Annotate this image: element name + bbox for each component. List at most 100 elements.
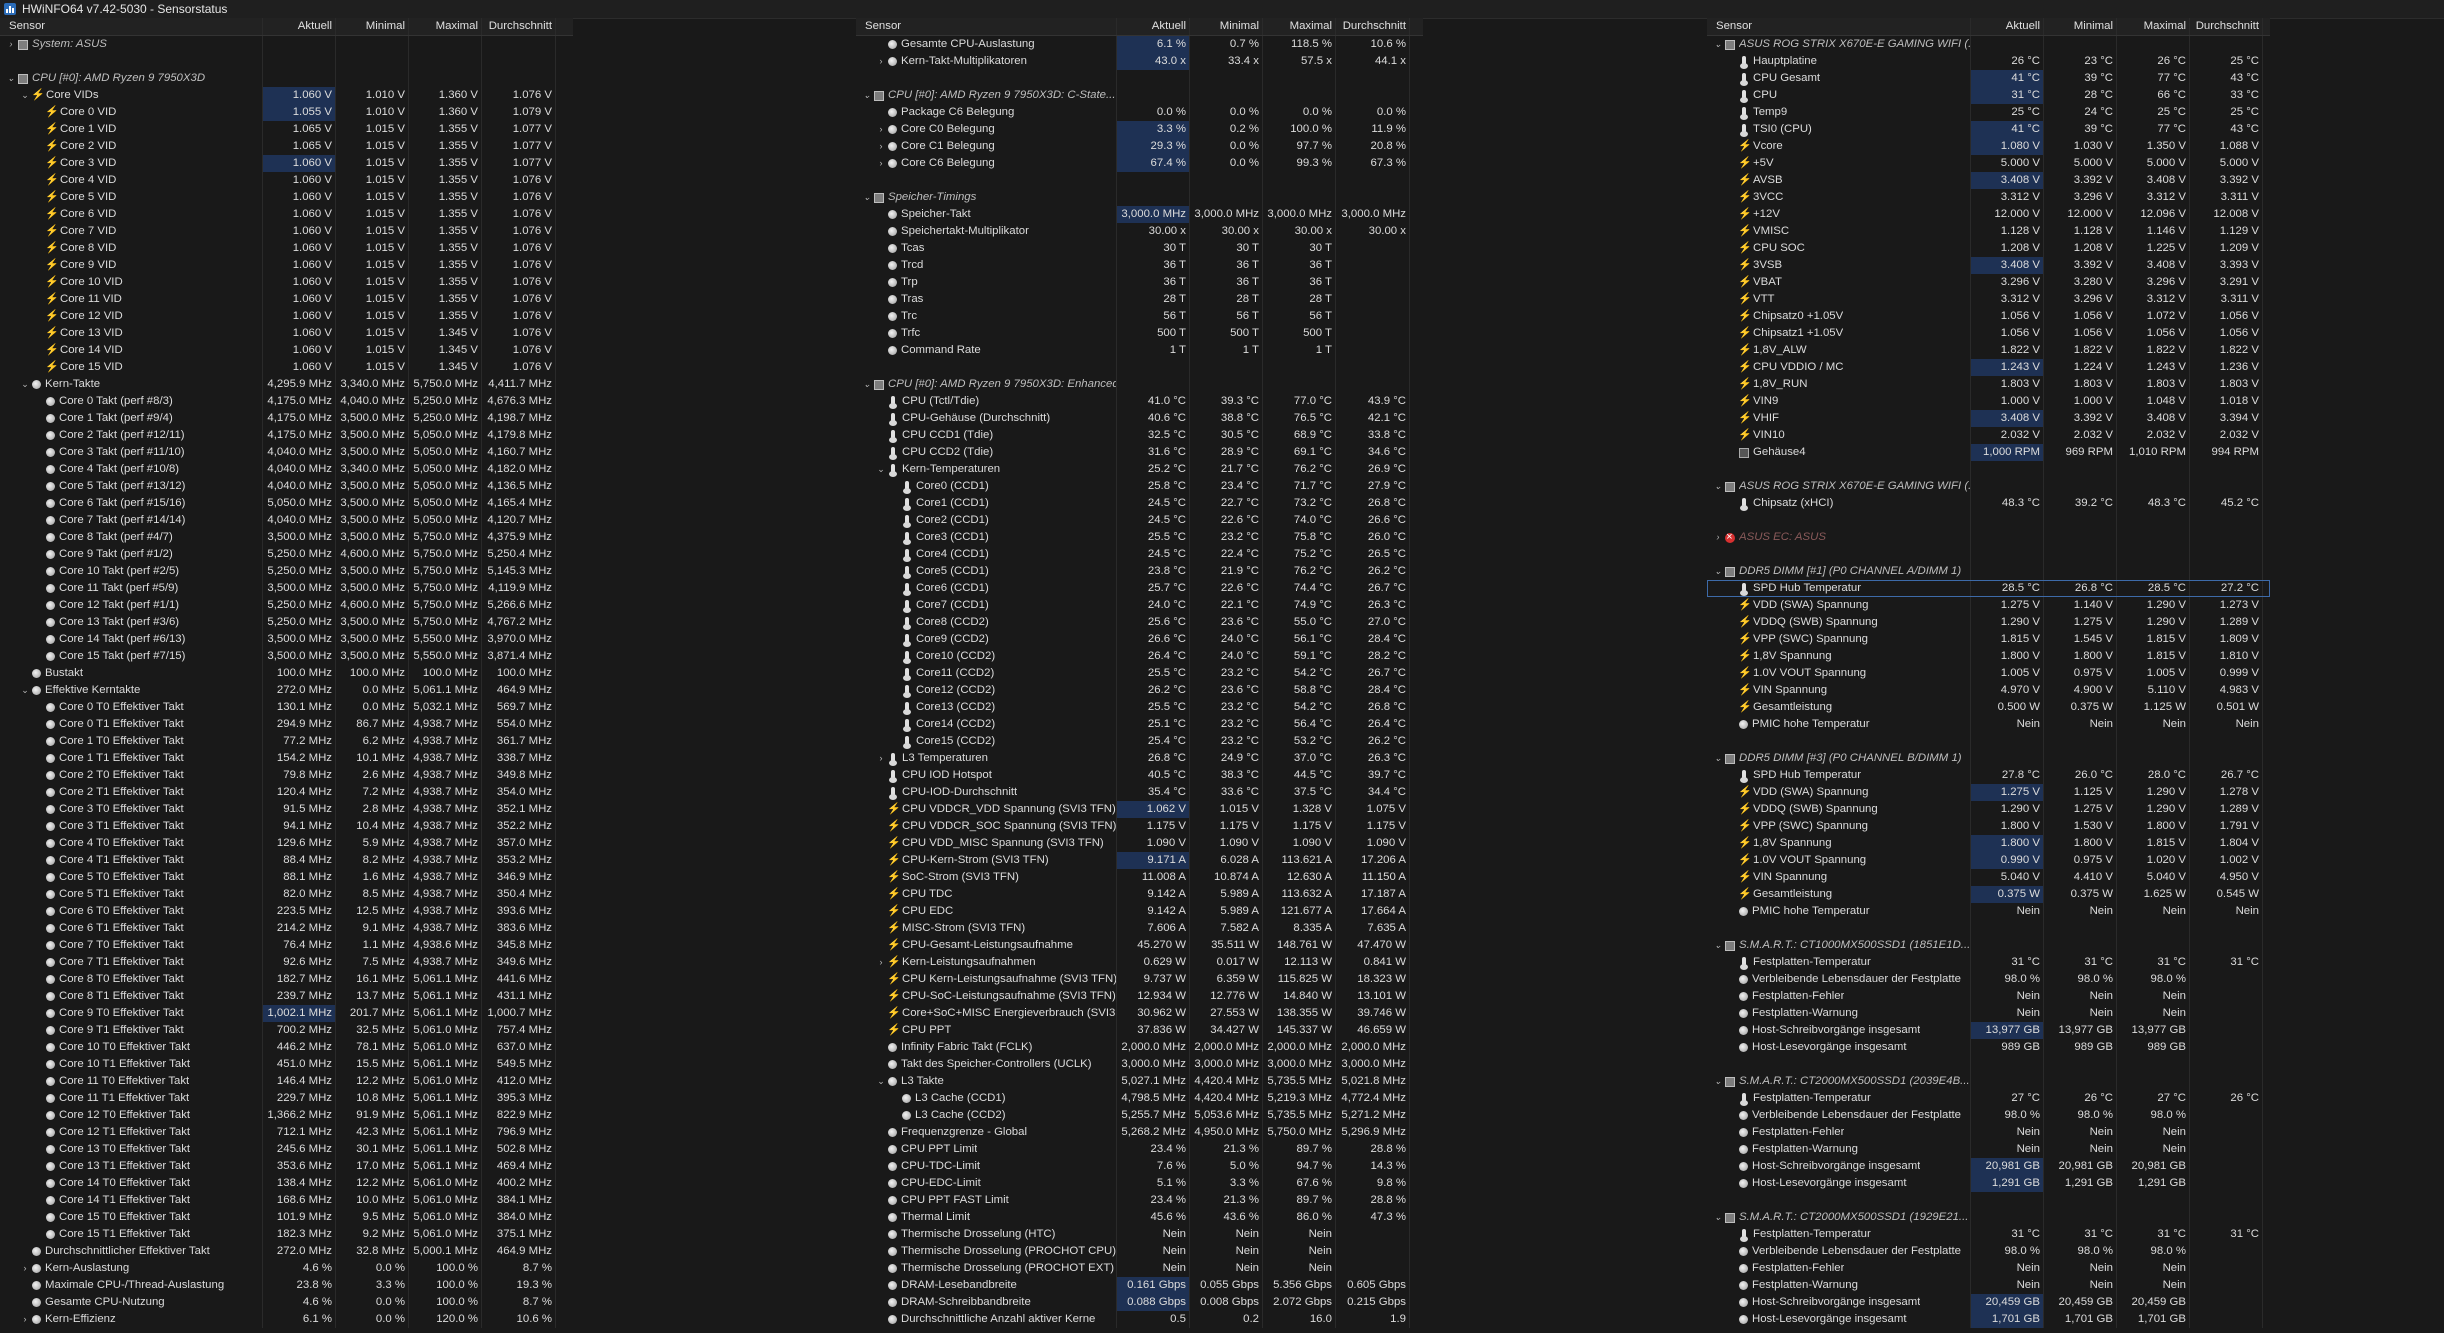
sensor-row[interactable]: Core 1 Takt (perf #9/4) 4,175.0 MHz 3,500.… [0, 410, 573, 427]
sensor-row[interactable]: Thermische Drosselung (PROCHOT EXT) Nein N… [856, 1260, 1423, 1277]
sensor-row[interactable]: CPU-TDC-Limit 7.6 % 5.0 % 94.7 % 14.3 % [856, 1158, 1423, 1175]
sensor-row[interactable]: Core 13 T0 Effektiver Takt 245.6 MHz 30.1 … [0, 1141, 573, 1158]
sensor-row[interactable]: Thermische Drosselung (HTC) Nein Nein Nein [856, 1226, 1423, 1243]
sensor-row[interactable]: Bustakt 100.0 MHz 100.0 MHz 100.0 MHz 100.0 … [0, 665, 573, 682]
sensor-row[interactable]: Festplatten-Fehler Nein Nein Nein [1707, 988, 2270, 1005]
sensor-row[interactable]: CPU VDDCR_VDD Spannung (SVI3 TFN)1.062 V… [856, 801, 1423, 818]
sensor-row[interactable]: Core 13 VID1.060 V1.015 V1.345 V1.076 V [0, 325, 573, 342]
sensor-row[interactable]: CPU (Tctl/Tdie) 41.0 °C 39.3 °C 77.0 °C 43.9… [856, 393, 1423, 410]
sensor-row[interactable]: Festplatten-Fehler Nein Nein Nein [1707, 1260, 2270, 1277]
sensor-row[interactable]: CPU PPT FAST Limit 23.4 % 21.3 % 89.7 % 28.8… [856, 1192, 1423, 1209]
sensor-row[interactable]: 3VSB3.408 V3.392 V3.408 V3.393 V [1707, 257, 2270, 274]
sensor-row[interactable]: Core10 (CCD2) 26.4 °C 24.0 °C 59.1 °C 28.2 °… [856, 648, 1423, 665]
sensor-row[interactable]: +12V12.000 V12.000 V12.096 V12.008 V [1707, 206, 2270, 223]
sensor-group[interactable]: ⌄ CPU [#0]: AMD Ryzen 9 7950X3D: Enhanced [856, 376, 1423, 393]
sensor-row[interactable]: VPP (SWC) Spannung1.815 V1.545 V1.815 V1… [1707, 631, 2270, 648]
sensor-row[interactable]: Core 14 T0 Effektiver Takt 138.4 MHz 12.2 … [0, 1175, 573, 1192]
column-header-avg[interactable]: Durchschnitt [1336, 18, 1410, 35]
sensor-row[interactable]: SoC-Strom (SVI3 TFN)11.008 A10.874 A12.6… [856, 869, 1423, 886]
sensor-group[interactable]: › System: ASUS [0, 36, 573, 53]
sensor-row[interactable]: Gesamtleistung0.375 W0.375 W1.625 W0.545… [1707, 886, 2270, 903]
sensor-row[interactable]: CPU-Gesamt-Leistungsaufnahme45.270 W35.5… [856, 937, 1423, 954]
sensor-group[interactable]: ⌄ S.M.A.R.T.: CT2000MX500SSD1 (2039E4B... [1707, 1073, 2270, 1090]
sensor-row[interactable]: Core 10 Takt (perf #2/5) 5,250.0 MHz 3,500… [0, 563, 573, 580]
sensor-row[interactable]: Trfc 500 T 500 T 500 T [856, 325, 1423, 342]
sensor-row[interactable]: ⌄ L3 Takte 5,027.1 MHz 4,420.4 MHz 5,735.5 M… [856, 1073, 1423, 1090]
sensor-row[interactable]: Core 11 T0 Effektiver Takt 146.4 MHz 12.2 … [0, 1073, 573, 1090]
sensor-row[interactable]: VDDQ (SWB) Spannung1.290 V1.275 V1.290 V… [1707, 801, 2270, 818]
sensor-row[interactable]: Temp9 25 °C 24 °C 25 °C 25 °C [1707, 104, 2270, 121]
sensor-row[interactable]: Festplatten-Temperatur 27 °C 26 °C 27 °C 26 … [1707, 1090, 2270, 1107]
sensor-row[interactable]: › Core C6 Belegung 67.4 % 0.0 % 99.3 % 67.3 % [856, 155, 1423, 172]
sensor-row[interactable]: Core 9 T0 Effektiver Takt 1,002.1 MHz 201.… [0, 1005, 573, 1022]
sensor-row[interactable]: Core 4 Takt (perf #10/8) 4,040.0 MHz 3,340… [0, 461, 573, 478]
sensor-row[interactable]: CPU EDC9.142 A5.989 A121.677 A17.664 A [856, 903, 1423, 920]
collapse-chevron-icon[interactable]: ⌄ [1713, 937, 1723, 954]
sensor-row[interactable]: VMISC1.128 V1.128 V1.146 V1.129 V [1707, 223, 2270, 240]
sensor-row[interactable]: PMIC hohe Temperatur Nein Nein Nein Nein [1707, 716, 2270, 733]
sensor-row[interactable]: Festplatten-Warnung Nein Nein Nein [1707, 1277, 2270, 1294]
sensor-row[interactable]: Core 9 VID1.060 V1.015 V1.355 V1.076 V [0, 257, 573, 274]
sensor-row[interactable]: › Kern-Auslastung 4.6 % 0.0 % 100.0 % 8.7 % [0, 1260, 573, 1277]
sensor-row[interactable]: Core+SoC+MISC Energieverbrauch (SVI3 TFN… [856, 1005, 1423, 1022]
sensor-row[interactable]: Core 1 T0 Effektiver Takt 77.2 MHz 6.2 MHz… [0, 733, 573, 750]
sensor-row[interactable]: Core 7 Takt (perf #14/14) 4,040.0 MHz 3,50… [0, 512, 573, 529]
sensor-panel-right[interactable]: Sensor Aktuell Minimal Maximal Durchschnitt ⌄… [1707, 18, 2270, 1333]
collapse-chevron-icon[interactable]: ⌄ [20, 376, 30, 393]
sensor-row[interactable]: Core 9 Takt (perf #1/2) 5,250.0 MHz 4,600.… [0, 546, 573, 563]
sensor-row[interactable]: CPU Kern-Leistungsaufnahme (SVI3 TFN)9.7… [856, 971, 1423, 988]
sensor-row[interactable]: VBAT3.296 V3.280 V3.296 V3.291 V [1707, 274, 2270, 291]
sensor-row[interactable]: Speichertakt-Multiplikator 30.00 x 30.00 x… [856, 223, 1423, 240]
sensor-row[interactable]: Frequenzgrenze - Global 5,268.2 MHz 4,950.… [856, 1124, 1423, 1141]
sensor-row[interactable]: Core 6 Takt (perf #15/16) 5,050.0 MHz 3,50… [0, 495, 573, 512]
sensor-row[interactable]: Core 14 VID1.060 V1.015 V1.345 V1.076 V [0, 342, 573, 359]
sensor-row[interactable]: Core11 (CCD2) 25.5 °C 23.2 °C 54.2 °C 26.7 °… [856, 665, 1423, 682]
sensor-row[interactable]: Chipsatz0 +1.05V1.056 V1.056 V1.072 V1.0… [1707, 308, 2270, 325]
sensor-row[interactable]: Festplatten-Temperatur 31 °C 31 °C 31 °C 31 … [1707, 954, 2270, 971]
sensor-row[interactable]: Core 7 T1 Effektiver Takt 92.6 MHz 7.5 MHz… [0, 954, 573, 971]
sensor-row[interactable]: AVSB3.408 V3.392 V3.408 V3.392 V [1707, 172, 2270, 189]
sensor-row[interactable]: Trcd 36 T 36 T 36 T [856, 257, 1423, 274]
sensor-row[interactable]: CPU-Kern-Strom (SVI3 TFN)9.171 A6.028 A1… [856, 852, 1423, 869]
sensor-row[interactable]: DRAM-Lesebandbreite 0.161 Gbps 0.055 Gbps 5… [856, 1277, 1423, 1294]
expand-chevron-icon[interactable]: › [6, 36, 16, 53]
sensor-group[interactable]: ⌄ Speicher-Timings [856, 189, 1423, 206]
sensor-row[interactable]: Speicher-Takt 3,000.0 MHz 3,000.0 MHz 3,000… [856, 206, 1423, 223]
sensor-row[interactable]: Takt des Speicher-Controllers (UCLK) 3,00… [856, 1056, 1423, 1073]
column-header-min[interactable]: Minimal [336, 18, 409, 35]
sensor-row[interactable]: Core 1 VID1.065 V1.015 V1.355 V1.077 V [0, 121, 573, 138]
sensor-row[interactable]: Core 15 VID1.060 V1.015 V1.345 V1.076 V [0, 359, 573, 376]
sensor-row[interactable]: Core15 (CCD2) 25.4 °C 23.2 °C 53.2 °C 26.2 °… [856, 733, 1423, 750]
sensor-row[interactable]: Core 5 T0 Effektiver Takt 88.1 MHz 1.6 MHz… [0, 869, 573, 886]
sensor-row[interactable]: VIN91.000 V1.000 V1.048 V1.018 V [1707, 393, 2270, 410]
sensor-row[interactable]: Core1 (CCD1) 24.5 °C 22.7 °C 73.2 °C 26.8 °C [856, 495, 1423, 512]
sensor-row[interactable]: Trp 36 T 36 T 36 T [856, 274, 1423, 291]
sensor-row[interactable]: Core6 (CCD1) 25.7 °C 22.6 °C 74.4 °C 26.7 °C [856, 580, 1423, 597]
sensor-row[interactable]: Hauptplatine 26 °C 23 °C 26 °C 25 °C [1707, 53, 2270, 70]
sensor-row[interactable]: Durchschnittliche Anzahl aktiver Kerne 0.… [856, 1311, 1423, 1328]
sensor-row[interactable]: ⌄ Effektive Kerntakte 272.0 MHz 0.0 MHz 5,06… [0, 682, 573, 699]
sensor-row[interactable]: Core5 (CCD1) 23.8 °C 21.9 °C 76.2 °C 26.2 °C [856, 563, 1423, 580]
sensor-row[interactable]: Chipsatz (xHCI) 48.3 °C 39.2 °C 48.3 °C 45.2… [1707, 495, 2270, 512]
sensor-row[interactable]: Core 12 T0 Effektiver Takt 1,366.2 MHz 91.… [0, 1107, 573, 1124]
sensor-row[interactable]: MISC-Strom (SVI3 TFN)7.606 A7.582 A8.335… [856, 920, 1423, 937]
sensor-row[interactable]: Core 3 T1 Effektiver Takt 94.1 MHz 10.4 MH… [0, 818, 573, 835]
sensor-row[interactable]: Host-Lesevorgänge insgesamt 1,291 GB 1,291… [1707, 1175, 2270, 1192]
sensor-row[interactable]: CPU-SoC-Leistungsaufnahme (SVI3 TFN)12.9… [856, 988, 1423, 1005]
sensor-row[interactable]: Tcas 30 T 30 T 30 T [856, 240, 1423, 257]
sensor-row[interactable]: Festplatten-Fehler Nein Nein Nein [1707, 1124, 2270, 1141]
sensor-row[interactable]: ›Kern-Leistungsaufnahmen0.629 W0.017 W12… [856, 954, 1423, 971]
sensor-row[interactable]: Infinity Fabric Takt (FCLK) 2,000.0 MHz 2,… [856, 1039, 1423, 1056]
collapse-chevron-icon[interactable]: ⌄ [862, 376, 872, 393]
sensor-row[interactable]: CPU SOC1.208 V1.208 V1.225 V1.209 V [1707, 240, 2270, 257]
sensor-row[interactable]: Durchschnittlicher Effektiver Takt 272.0 … [0, 1243, 573, 1260]
sensor-group[interactable]: ⌄ S.M.A.R.T.: CT2000MX500SSD1 (1929E21... [1707, 1209, 2270, 1226]
sensor-row[interactable]: CPU-IOD-Durchschnitt 35.4 °C 33.6 °C 37.5 °… [856, 784, 1423, 801]
sensor-row[interactable]: Festplatten-Warnung Nein Nein Nein [1707, 1005, 2270, 1022]
sensor-row[interactable]: SPD Hub Temperatur 27.8 °C 26.0 °C 28.0 °C 2… [1707, 767, 2270, 784]
collapse-chevron-icon[interactable]: ⌄ [1713, 36, 1723, 53]
sensor-row[interactable]: Verbleibende Lebensdauer der Festplatte 9… [1707, 1243, 2270, 1260]
column-header-current[interactable]: Aktuell [1117, 18, 1190, 35]
sensor-row[interactable]: CPU VDDIO / MC1.243 V1.224 V1.243 V1.236… [1707, 359, 2270, 376]
sensor-row[interactable]: Core7 (CCD1) 24.0 °C 22.1 °C 74.9 °C 26.3 °C [856, 597, 1423, 614]
